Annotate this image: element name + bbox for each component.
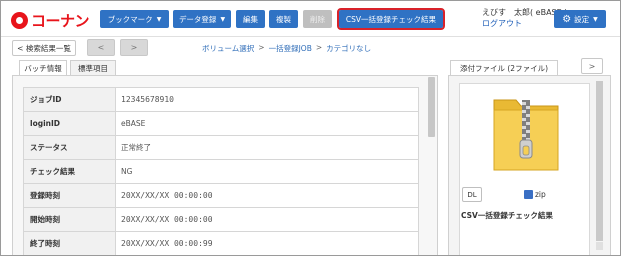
attachment-file-name[interactable]: CSV一括登録チェック結果 (461, 210, 553, 221)
breadcrumb-volume-select[interactable]: ボリューム選択 (202, 43, 254, 54)
settings-button[interactable]: ⚙ 設定 ▼ (554, 10, 606, 28)
csv-check-result-button[interactable]: CSV一括登録チェック結果 (337, 8, 445, 30)
data-register-label: データ登録 (178, 14, 217, 24)
attachments-next-button[interactable]: > (581, 58, 603, 74)
job-id-value: 12345678910 (115, 87, 419, 112)
breadcrumb-bulk-job[interactable]: 一括登録JOB (269, 43, 312, 54)
bookmark-button[interactable]: ブックマーク ▼ (100, 10, 169, 28)
job-id-label: ジョブID (23, 87, 116, 112)
back-to-results-button[interactable]: < 検索結果一覧 (12, 40, 76, 56)
file-type-indicator: zip (524, 190, 546, 199)
table-row: ステータス 正常終了 (23, 135, 419, 160)
table-row: 終了時刻 20XX/XX/XX 00:00:99 (23, 231, 419, 255)
tab-batch-info[interactable]: バッチ情報 (19, 60, 67, 76)
settings-label: 設定 (574, 14, 590, 24)
breadcrumb-category[interactable]: カテゴリなし (326, 43, 371, 54)
next-record-button[interactable]: > (120, 39, 148, 56)
logout-link[interactable]: ログアウト (482, 18, 522, 29)
check-result-value: NG (115, 159, 419, 184)
start-time-value: 20XX/XX/XX 00:00:00 (115, 207, 419, 232)
login-id-value: eBASE (115, 111, 419, 136)
download-button[interactable]: DL (462, 187, 482, 202)
data-register-button[interactable]: データ登録 ▼ (173, 10, 231, 28)
register-time-label: 登録時刻 (23, 183, 116, 208)
table-row: loginID eBASE (23, 111, 419, 136)
end-time-label: 終了時刻 (23, 231, 116, 255)
tab-attachments[interactable]: 添付ファイル (2ファイル) (450, 60, 558, 75)
app-frame: コーナン ブックマーク ▼ データ登録 ▼ 編集 複製 削除 CSV一括登録チェ… (0, 0, 621, 256)
logo-text: コーナン (31, 12, 90, 30)
attachments-scrollbar-track (596, 242, 603, 250)
chevron-down-icon: ▼ (156, 15, 162, 23)
breadcrumb-separator: > (315, 43, 323, 52)
file-type-label: zip (535, 190, 546, 199)
status-label: ステータス (23, 135, 116, 160)
breadcrumb-separator: > (258, 43, 265, 52)
tab-standard-items[interactable]: 標準項目 (70, 60, 116, 75)
register-time-value: 20XX/XX/XX 00:00:00 (115, 183, 419, 208)
status-value: 正常終了 (115, 135, 419, 160)
table-row: チェック結果 NG (23, 159, 419, 184)
main-scrollbar[interactable] (428, 77, 435, 137)
edit-button[interactable]: 編集 (236, 10, 265, 28)
zip-folder-icon (493, 99, 559, 171)
logo-mark-icon (11, 12, 28, 29)
gear-icon: ⚙ (562, 13, 572, 25)
chevron-down-icon: ▼ (220, 15, 226, 23)
table-row: ジョブID 12345678910 (23, 87, 419, 112)
table-row: 登録時刻 20XX/XX/XX 00:00:00 (23, 183, 419, 208)
check-result-label: チェック結果 (23, 159, 116, 184)
table-row: 開始時刻 20XX/XX/XX 00:00:00 (23, 207, 419, 232)
copy-button[interactable]: 複製 (269, 10, 298, 28)
end-time-value: 20XX/XX/XX 00:00:99 (115, 231, 419, 255)
zip-file-icon (524, 190, 533, 199)
prev-record-button[interactable]: < (87, 39, 115, 56)
delete-button[interactable]: 削除 (303, 10, 332, 28)
attachments-scrollbar[interactable] (596, 81, 603, 241)
chevron-down-icon: ▼ (593, 15, 598, 23)
start-time-label: 開始時刻 (23, 207, 116, 232)
batch-info-table: ジョブID 12345678910 loginID eBASE ステータス 正常… (23, 87, 419, 255)
logo[interactable]: コーナン (11, 10, 90, 31)
login-id-label: loginID (23, 111, 116, 136)
bookmark-label: ブックマーク (107, 14, 153, 24)
breadcrumb: ボリューム選択 > 一括登録JOB > カテゴリなし (202, 43, 371, 54)
